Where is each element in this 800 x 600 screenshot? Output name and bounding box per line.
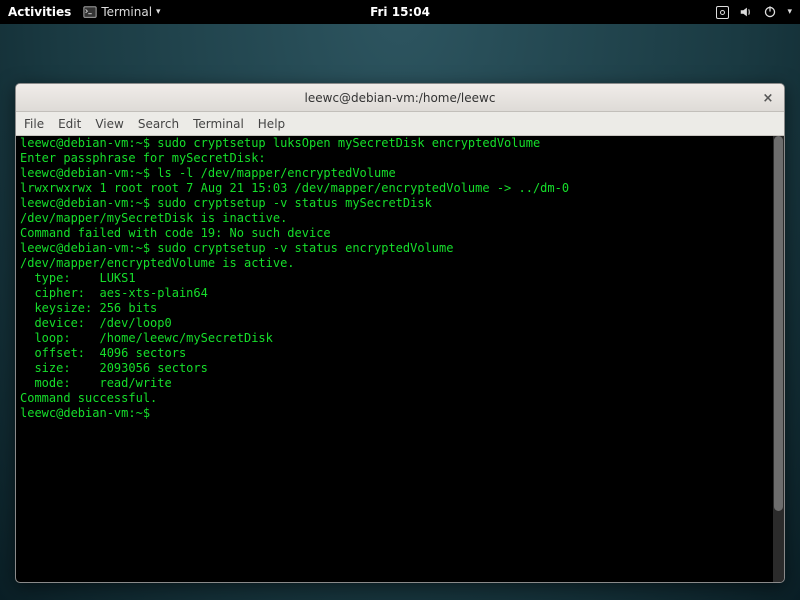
terminal-app-icon [83,5,97,19]
chevron-down-icon: ▾ [156,7,161,17]
system-tray: ▾ [716,5,792,19]
menu-file[interactable]: File [24,117,44,131]
gnome-topbar: Activities Terminal ▾ Fri 15:04 ▾ [0,0,800,24]
volume-icon[interactable] [739,5,753,19]
menu-edit[interactable]: Edit [58,117,81,131]
close-button[interactable]: × [760,90,776,106]
chevron-down-icon[interactable]: ▾ [787,7,792,17]
scrollbar[interactable] [773,136,784,582]
terminal-output[interactable]: leewc@debian-vm:~$ sudo cryptsetup luksO… [16,136,773,582]
menubar: File Edit View Search Terminal Help [16,112,784,136]
window-title: leewc@debian-vm:/home/leewc [305,91,496,105]
power-icon[interactable] [763,5,777,19]
clock-label[interactable]: Fri 15:04 [370,5,430,19]
activities-button[interactable]: Activities [8,5,71,19]
app-menu-label: Terminal [101,5,152,19]
window-titlebar[interactable]: leewc@debian-vm:/home/leewc × [16,84,784,112]
menu-view[interactable]: View [95,117,123,131]
scrollbar-thumb[interactable] [774,136,783,511]
terminal-window: leewc@debian-vm:/home/leewc × File Edit Vi… [15,83,785,583]
menu-help[interactable]: Help [258,117,285,131]
app-menu[interactable]: Terminal ▾ [83,5,160,19]
menu-terminal[interactable]: Terminal [193,117,244,131]
menu-search[interactable]: Search [138,117,179,131]
accessibility-icon[interactable] [716,6,729,19]
